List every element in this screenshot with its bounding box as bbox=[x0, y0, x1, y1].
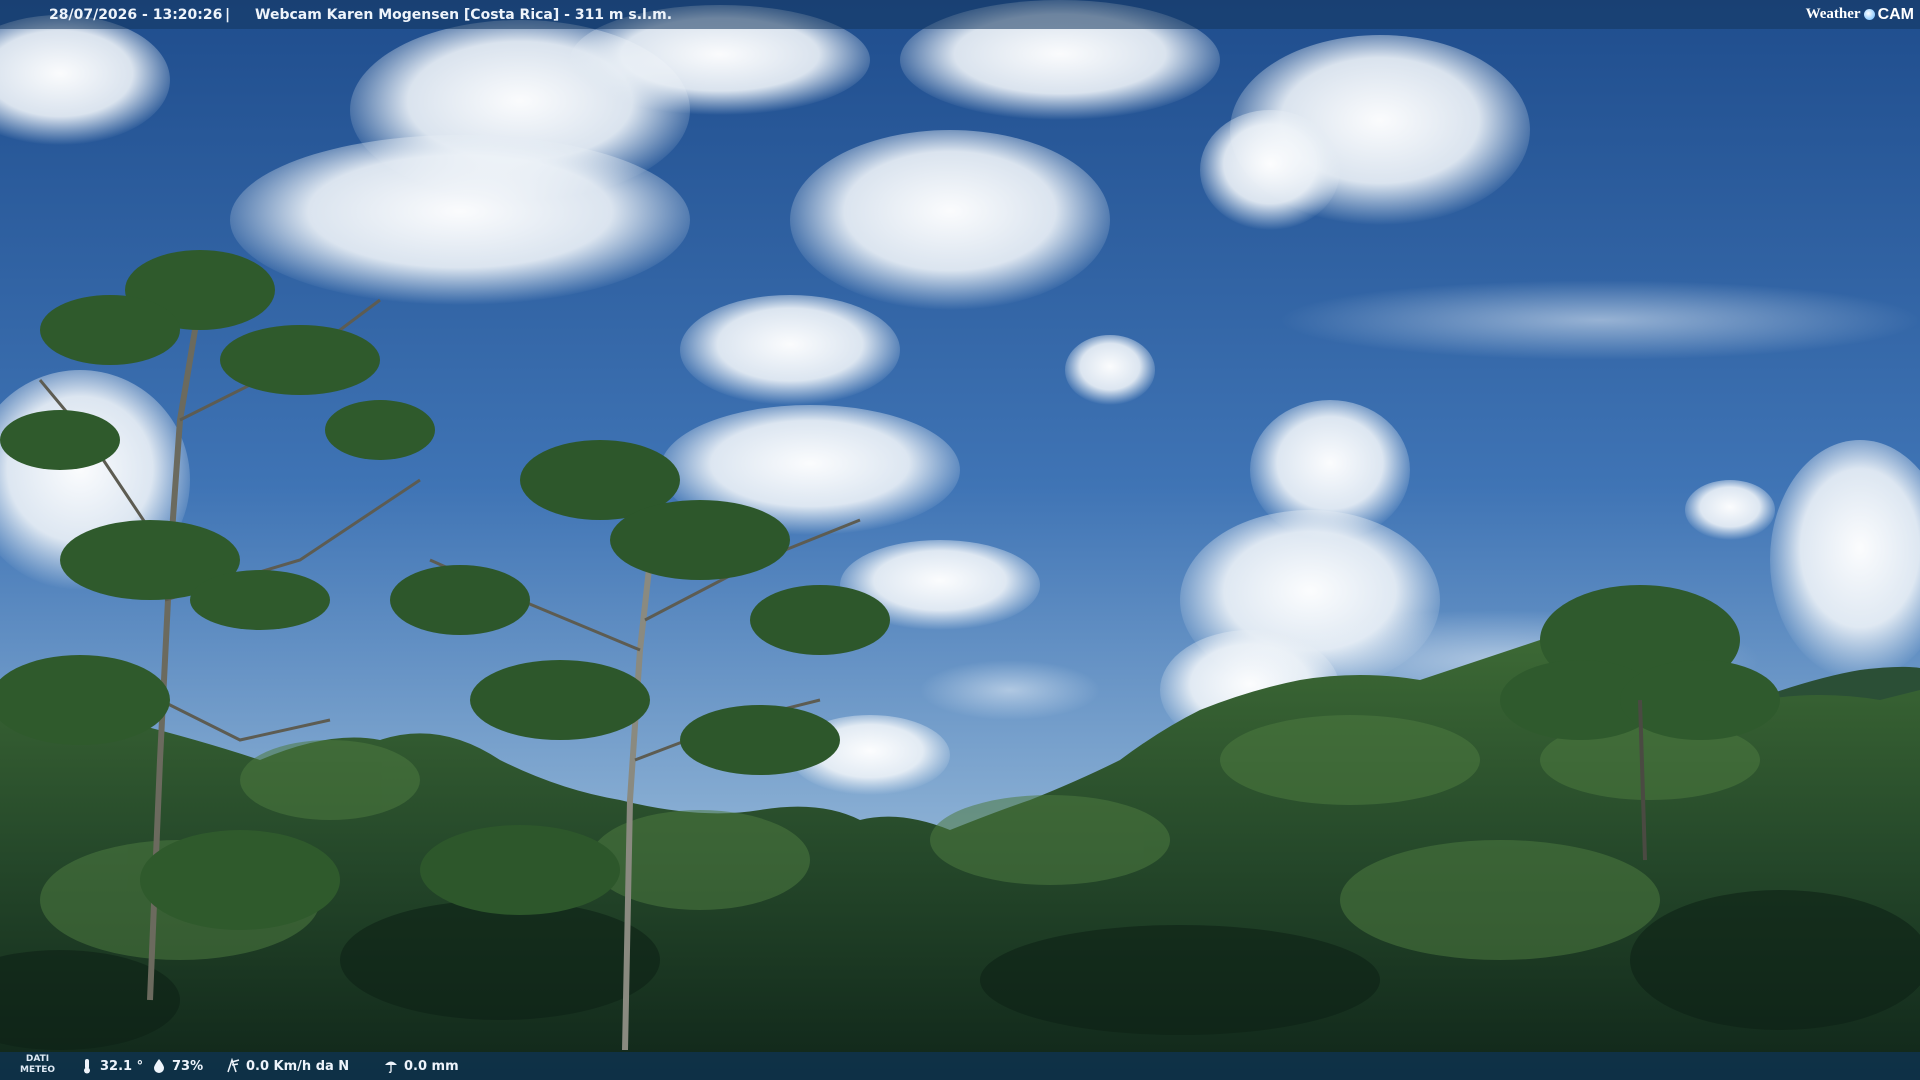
wind-reading: 0.0 Km/h da N bbox=[226, 1052, 349, 1080]
logo-text-cam: CAM bbox=[1877, 5, 1914, 23]
temperature-reading: 32.1 ° bbox=[80, 1052, 143, 1080]
timestamp: 28/07/2026 - 13:20:26 bbox=[49, 6, 223, 23]
humidity-value: 73% bbox=[172, 1058, 204, 1074]
weather-data-label-line1: DATI bbox=[25, 1054, 50, 1064]
rain-reading: 0.0 mm bbox=[384, 1052, 459, 1080]
weather-data-bar: DATI METEO 32.1 ° 73% 0.0 Km/h da N 0.0 … bbox=[0, 1052, 1920, 1080]
thermometer-icon bbox=[84, 1059, 90, 1074]
weather-data-label-line2: METEO bbox=[20, 1065, 56, 1075]
temperature-value: 32.1 ° bbox=[100, 1058, 144, 1074]
weather-data-label: DATI METEO bbox=[20, 1054, 55, 1076]
title-separator: | bbox=[225, 6, 231, 23]
logo-text-weather: Weather bbox=[1805, 6, 1861, 22]
weathercam-logo: Weather CAM bbox=[1806, 0, 1914, 29]
webcam-info-bar: 28/07/2026 - 13:20:26 | Webcam Karen Mog… bbox=[0, 0, 1920, 29]
rain-icon bbox=[385, 1061, 397, 1073]
logo-dot-icon bbox=[1863, 9, 1875, 20]
camera-title: Webcam Karen Mogensen [Costa Rica] - 311… bbox=[255, 6, 673, 23]
wind-value: 0.0 Km/h da N bbox=[246, 1058, 350, 1074]
wind-icon bbox=[227, 1058, 240, 1073]
webcam-scene bbox=[0, 0, 1920, 1080]
rain-value: 0.0 mm bbox=[404, 1058, 459, 1074]
humidity-icon bbox=[154, 1059, 164, 1073]
humidity-reading: 73% bbox=[152, 1052, 203, 1080]
